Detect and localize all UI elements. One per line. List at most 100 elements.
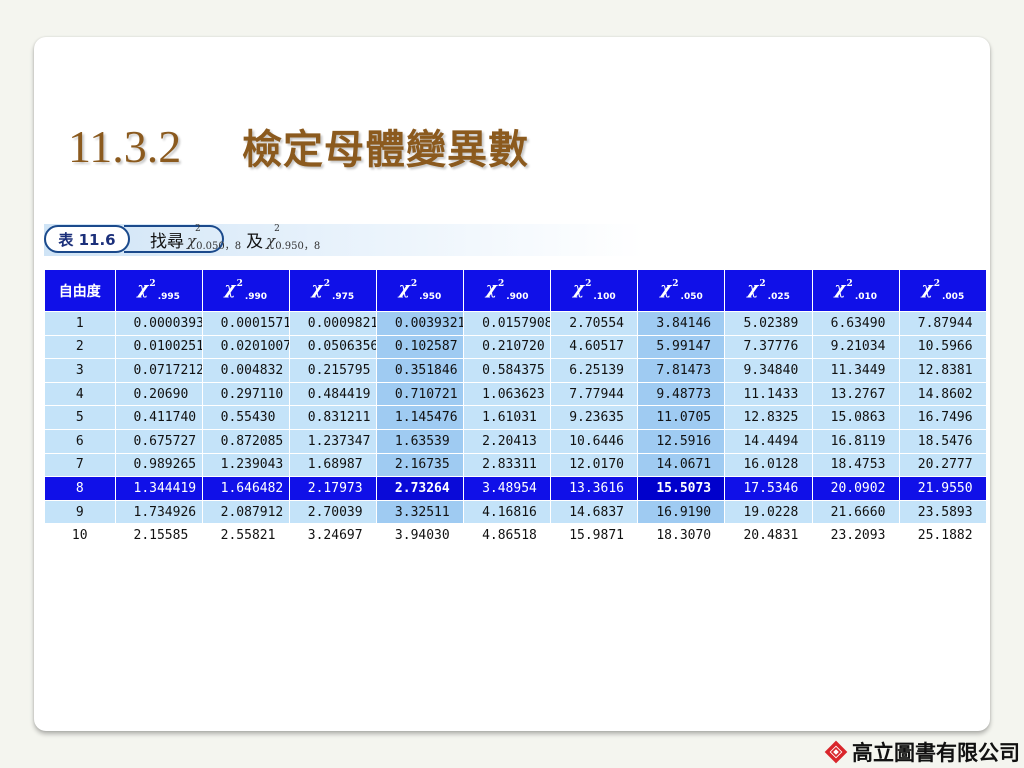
table-header-row: 自由度 χ2.995 χ2.990 χ2.975 χ2.950 χ2.900 χ2.100… xyxy=(45,270,988,312)
value-cell: 7.81473 xyxy=(637,358,726,383)
value-cell: 23.5893 xyxy=(899,500,988,525)
value-cell: 0.0717212 xyxy=(115,358,203,383)
chi-subscript-2: 0.950，8 xyxy=(275,241,321,252)
df-cell: 1 xyxy=(45,311,116,336)
value-cell: 0.0157908 xyxy=(463,311,552,336)
chi-column-header: χ2.025 xyxy=(724,270,813,312)
section-heading: 11.3.2 檢定母體變異數 xyxy=(68,116,529,176)
publisher: 高立圖書有限公司 xyxy=(824,738,1020,766)
chi-subscript-1: 0.050，8 xyxy=(196,241,242,252)
chi-column-header: χ2.010 xyxy=(812,270,900,312)
value-cell: 0.215795 xyxy=(289,358,377,383)
df-cell: 8 xyxy=(45,476,116,501)
value-cell: 4.16816 xyxy=(463,500,552,525)
value-cell: 11.3449 xyxy=(812,358,900,383)
table-row: 5 0.411740 0.55430 0.831211 1.145476 1.61031 9… xyxy=(45,405,988,430)
chi-square-symbol-1: χ 2 0.050，8 xyxy=(187,224,242,252)
value-cell: 18.4753 xyxy=(812,453,900,478)
value-cell: 0.872085 xyxy=(202,429,290,454)
value-cell: 0.0009821 xyxy=(289,311,377,336)
value-cell: 9.34840 xyxy=(724,358,813,383)
value-cell: 13.3616 xyxy=(550,476,639,501)
value-cell: 20.4831 xyxy=(724,523,813,548)
table-row: 1 0.0000393 0.0001571 0.0009821 0.0039321 0.0… xyxy=(45,311,988,336)
diamond-logo-icon xyxy=(824,740,848,764)
value-cell: 0.0100251 xyxy=(115,335,203,360)
value-cell: 5.99147 xyxy=(637,335,726,360)
value-cell: 20.0902 xyxy=(812,476,900,501)
value-cell: 1.063623 xyxy=(463,382,552,407)
value-cell: 3.84146 xyxy=(637,311,726,336)
value-cell: 9.48773 xyxy=(637,382,726,407)
value-cell: 16.9190 xyxy=(637,500,726,525)
value-cell: 5.02389 xyxy=(724,311,813,336)
table-row: 6 0.675727 0.872085 1.237347 1.63539 2.20413 1… xyxy=(45,429,988,454)
df-header: 自由度 xyxy=(45,270,116,312)
value-cell: 12.8381 xyxy=(899,358,988,383)
df-cell: 7 xyxy=(45,453,116,478)
value-cell: 1.239043 xyxy=(202,453,290,478)
table-row: 4 0.20690 0.297110 0.484419 0.710721 1.063623… xyxy=(45,382,988,407)
value-cell: 3.48954 xyxy=(463,476,552,501)
value-cell: 0.55430 xyxy=(202,405,290,430)
value-cell: 0.210720 xyxy=(463,335,552,360)
value-cell: 0.584375 xyxy=(463,358,552,383)
value-cell: 0.0039321 xyxy=(376,311,465,336)
chi-column-header: χ2.990 xyxy=(202,270,290,312)
value-cell: 1.145476 xyxy=(376,405,465,430)
value-cell: 7.77944 xyxy=(550,382,639,407)
value-cell: 21.9550 xyxy=(899,476,988,501)
value-cell: 23.2093 xyxy=(812,523,900,548)
table-label-badge: 表 11.6 xyxy=(44,225,130,253)
value-cell: 15.5073 xyxy=(637,476,726,501)
chi-column-header: χ2.050 xyxy=(637,270,726,312)
section-number: 11.3.2 xyxy=(68,120,182,172)
chi-column-header: χ2.005 xyxy=(899,270,988,312)
value-cell: 10.5966 xyxy=(899,335,988,360)
value-cell: 3.24697 xyxy=(289,523,377,548)
df-cell: 2 xyxy=(45,335,116,360)
value-cell: 14.4494 xyxy=(724,429,813,454)
value-cell: 14.6837 xyxy=(550,500,639,525)
value-cell: 4.60517 xyxy=(550,335,639,360)
value-cell: 2.70554 xyxy=(550,311,639,336)
value-cell: 2.55821 xyxy=(202,523,290,548)
value-cell: 0.831211 xyxy=(289,405,377,430)
value-cell: 0.989265 xyxy=(115,453,203,478)
value-cell: 1.646482 xyxy=(202,476,290,501)
value-cell: 16.7496 xyxy=(899,405,988,430)
chi-square-table: 自由度 χ2.995 χ2.990 χ2.975 χ2.950 χ2.900 χ2.100… xyxy=(45,270,988,548)
table-label: 表 11.6 xyxy=(58,230,116,249)
value-cell: 0.411740 xyxy=(115,405,203,430)
value-cell: 17.5346 xyxy=(724,476,813,501)
value-cell: 7.87944 xyxy=(899,311,988,336)
value-cell: 14.0671 xyxy=(637,453,726,478)
value-cell: 15.0863 xyxy=(812,405,900,430)
chi-column-header: χ2.100 xyxy=(550,270,639,312)
section-title: 檢定母體變異數 xyxy=(242,127,529,173)
value-cell: 2.20413 xyxy=(463,429,552,454)
value-cell: 25.1882 xyxy=(899,523,988,548)
value-cell: 0.297110 xyxy=(202,382,290,407)
value-cell: 0.351846 xyxy=(376,358,465,383)
value-cell: 12.0170 xyxy=(550,453,639,478)
caption-find-text: 找尋 xyxy=(150,232,184,252)
value-cell: 0.710721 xyxy=(376,382,465,407)
value-cell: 11.0705 xyxy=(637,405,726,430)
table-row: 10 2.15585 2.55821 3.24697 3.94030 4.86518 15.… xyxy=(45,523,988,548)
value-cell: 12.5916 xyxy=(637,429,726,454)
value-cell: 19.0228 xyxy=(724,500,813,525)
chi-column-header: χ2.975 xyxy=(289,270,377,312)
df-cell: 3 xyxy=(45,358,116,383)
value-cell: 0.20690 xyxy=(115,382,203,407)
value-cell: 1.344419 xyxy=(115,476,203,501)
df-cell: 6 xyxy=(45,429,116,454)
value-cell: 3.94030 xyxy=(376,523,465,548)
value-cell: 14.8602 xyxy=(899,382,988,407)
value-cell: 0.675727 xyxy=(115,429,203,454)
value-cell: 21.6660 xyxy=(812,500,900,525)
value-cell: 6.63490 xyxy=(812,311,900,336)
value-cell: 6.25139 xyxy=(550,358,639,383)
value-cell: 11.1433 xyxy=(724,382,813,407)
table-row: 7 0.989265 1.239043 1.68987 2.16735 2.83311 12… xyxy=(45,453,988,478)
